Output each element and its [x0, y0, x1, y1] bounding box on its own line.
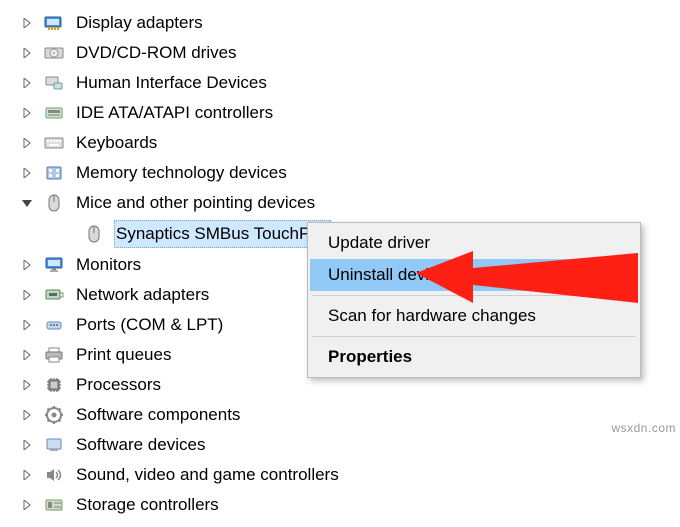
tree-item-label: Monitors — [74, 252, 143, 278]
chevron-right-icon[interactable] — [20, 468, 34, 482]
tree-item-dvd[interactable]: DVD/CD-ROM drives — [0, 38, 680, 68]
keyboard-icon — [44, 133, 64, 153]
chevron-right-icon[interactable] — [20, 46, 34, 60]
chevron-right-icon[interactable] — [20, 76, 34, 90]
software-component-icon — [44, 405, 64, 425]
tree-item-label: Network adapters — [74, 282, 211, 308]
tree-item-software-components[interactable]: Software components — [0, 400, 680, 430]
watermark: wsxdn.com — [611, 421, 676, 435]
menu-divider — [312, 295, 636, 296]
hid-icon — [44, 73, 64, 93]
tree-item-label: Storage controllers — [74, 492, 221, 518]
chevron-right-icon[interactable] — [20, 16, 34, 30]
chevron-right-icon[interactable] — [20, 438, 34, 452]
dvd-drive-icon — [44, 43, 64, 63]
menu-item-update-driver[interactable]: Update driver — [310, 227, 638, 259]
tree-item-label: Sound, video and game controllers — [74, 462, 341, 488]
menu-item-properties[interactable]: Properties — [310, 341, 638, 373]
monitor-icon — [44, 255, 64, 275]
chevron-right-icon[interactable] — [20, 318, 34, 332]
menu-divider — [312, 336, 636, 337]
port-icon — [44, 315, 64, 335]
chevron-right-icon[interactable] — [20, 378, 34, 392]
tree-item-memory-tech[interactable]: Memory technology devices — [0, 158, 680, 188]
tree-item-software-devices[interactable]: Software devices — [0, 430, 680, 460]
tree-item-label: Mice and other pointing devices — [74, 190, 317, 216]
tree-item-label: DVD/CD-ROM drives — [74, 40, 239, 66]
tree-item-label: Keyboards — [74, 130, 159, 156]
chevron-right-icon[interactable] — [20, 408, 34, 422]
menu-item-scan-hardware[interactable]: Scan for hardware changes — [310, 300, 638, 332]
tree-item-storage[interactable]: Storage controllers — [0, 490, 680, 520]
printer-icon — [44, 345, 64, 365]
tree-item-label: Software components — [74, 402, 242, 428]
memory-icon — [44, 163, 64, 183]
processor-icon — [44, 375, 64, 395]
display-adapter-icon — [44, 13, 64, 33]
tree-item-label: Memory technology devices — [74, 160, 289, 186]
menu-item-uninstall-device[interactable]: Uninstall device — [310, 259, 638, 291]
chevron-right-icon[interactable] — [20, 136, 34, 150]
tree-item-label: Processors — [74, 372, 163, 398]
chevron-right-icon[interactable] — [20, 106, 34, 120]
tree-item-ide[interactable]: IDE ATA/ATAPI controllers — [0, 98, 680, 128]
chevron-right-icon[interactable] — [20, 348, 34, 362]
ide-controller-icon — [44, 103, 64, 123]
tree-item-sound[interactable]: Sound, video and game controllers — [0, 460, 680, 490]
chevron-right-icon[interactable] — [20, 258, 34, 272]
mouse-icon — [84, 224, 104, 244]
tree-item-display-adapters[interactable]: Display adapters — [0, 8, 680, 38]
chevron-right-icon[interactable] — [20, 498, 34, 512]
tree-item-label: Ports (COM & LPT) — [74, 312, 225, 338]
mouse-icon — [44, 193, 64, 213]
tree-item-label: Display adapters — [74, 10, 205, 36]
chevron-right-icon[interactable] — [20, 166, 34, 180]
chevron-down-icon[interactable] — [20, 196, 34, 210]
tree-item-keyboards[interactable]: Keyboards — [0, 128, 680, 158]
context-menu: Update driver Uninstall device Scan for … — [307, 222, 641, 378]
tree-item-hid[interactable]: Human Interface Devices — [0, 68, 680, 98]
software-device-icon — [44, 435, 64, 455]
tree-item-label: Human Interface Devices — [74, 70, 269, 96]
storage-controller-icon — [44, 495, 64, 515]
chevron-right-icon[interactable] — [20, 288, 34, 302]
tree-item-label: Software devices — [74, 432, 207, 458]
network-adapter-icon — [44, 285, 64, 305]
tree-item-label: Print queues — [74, 342, 173, 368]
tree-item-mice[interactable]: Mice and other pointing devices — [0, 188, 680, 218]
tree-item-label: IDE ATA/ATAPI controllers — [74, 100, 275, 126]
speaker-icon — [44, 465, 64, 485]
tree-item-label: Synaptics SMBus TouchPad — [114, 220, 331, 248]
